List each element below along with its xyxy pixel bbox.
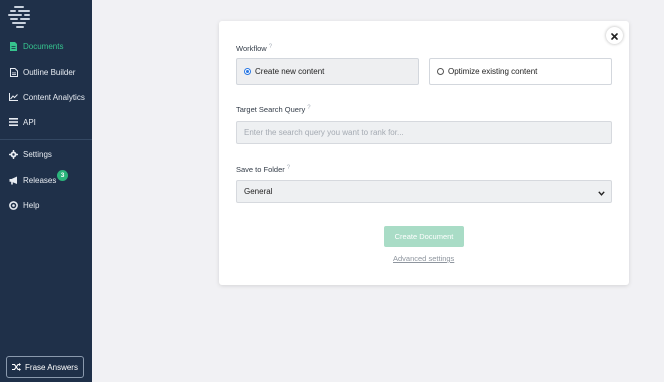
gear-icon <box>9 149 18 159</box>
sidebar-item-label: API <box>23 117 36 127</box>
sidebar-item-outline-builder[interactable]: Outline Builder <box>0 62 92 82</box>
folder-help-icon[interactable]: ? <box>287 165 290 171</box>
workflow-label-text: Workflow <box>236 44 267 53</box>
workflow-option-create[interactable]: Create new content <box>236 58 419 85</box>
releases-count-badge: 3 <box>57 170 68 181</box>
workflow-option-label: Create new content <box>255 67 325 76</box>
outline-icon <box>9 67 18 77</box>
workflow-label: Workflow? <box>236 44 272 53</box>
document-icon <box>9 41 18 51</box>
sidebar: Documents Outline Builder Content Analyt… <box>0 0 92 382</box>
frase-answers-button[interactable]: Frase Answers <box>6 356 84 378</box>
close-button[interactable] <box>606 27 623 44</box>
sidebar-item-documents[interactable]: Documents <box>0 36 92 56</box>
sidebar-item-help[interactable]: Help <box>0 195 92 215</box>
new-document-modal: Workflow? Create new content Optimize ex… <box>219 21 629 285</box>
folder-select[interactable]: General <box>236 180 612 203</box>
frase-logo <box>8 6 30 28</box>
sidebar-item-label: Documents <box>23 41 64 51</box>
workflow-option-label: Optimize existing content <box>448 67 538 76</box>
shuffle-icon <box>12 358 22 376</box>
query-label-text: Target Search Query <box>236 105 306 114</box>
search-query-input[interactable] <box>236 121 612 144</box>
create-document-label: Create Document <box>394 232 454 241</box>
sidebar-divider <box>0 139 92 140</box>
create-document-button[interactable]: Create Document <box>384 226 464 247</box>
advanced-settings-link[interactable]: Advanced settings <box>393 254 454 263</box>
folder-label-text: Save to Folder <box>236 165 285 174</box>
query-label: Target Search Query? <box>236 105 311 114</box>
folder-label: Save to Folder? <box>236 165 290 174</box>
sidebar-item-api[interactable]: API <box>0 112 92 132</box>
sidebar-item-releases[interactable]: Releases <box>0 170 92 190</box>
lifebuoy-icon <box>9 200 18 210</box>
close-icon <box>611 27 618 45</box>
sidebar-item-label: Releases <box>23 175 57 185</box>
workflow-option-optimize[interactable]: Optimize existing content <box>429 58 612 85</box>
api-icon <box>9 118 18 127</box>
sidebar-item-label: Settings <box>23 149 52 159</box>
radio-optimize-existing[interactable] <box>437 68 444 75</box>
megaphone-icon <box>9 176 18 185</box>
sidebar-item-settings[interactable]: Settings <box>0 144 92 164</box>
sidebar-item-label: Outline Builder <box>23 67 76 77</box>
sidebar-item-label: Help <box>23 200 40 210</box>
radio-create-new[interactable] <box>244 68 251 75</box>
frase-answers-label: Frase Answers <box>25 362 78 372</box>
query-help-icon[interactable]: ? <box>307 105 310 111</box>
analytics-icon <box>9 93 18 102</box>
workflow-help-icon[interactable]: ? <box>269 44 272 50</box>
sidebar-item-label: Content Analytics <box>23 92 85 102</box>
folder-select-value: General <box>244 187 273 196</box>
sidebar-item-content-analytics[interactable]: Content Analytics <box>0 87 92 107</box>
chevron-down-icon <box>598 183 605 201</box>
